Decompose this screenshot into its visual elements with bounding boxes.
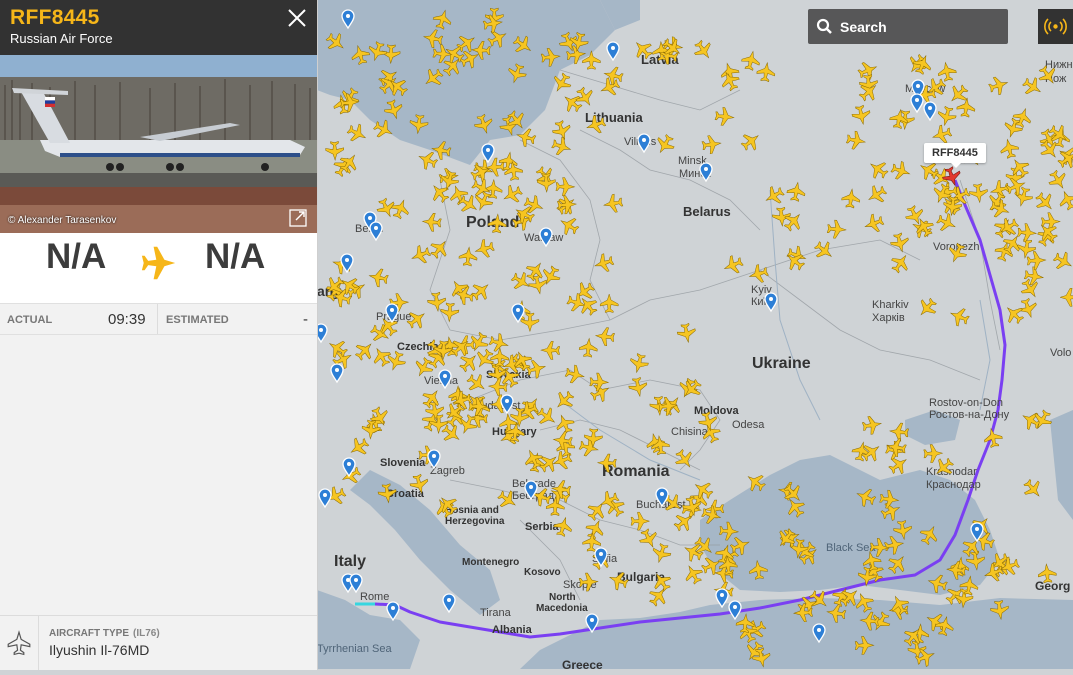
aircraft-type-row[interactable]: AIRCRAFT TYPE (IL76) Ilyushin Il-76MD xyxy=(0,615,317,670)
sea-tyrrhenian: Tyrrhenian Sea xyxy=(317,643,392,655)
country-serbia: Serbia xyxy=(525,521,560,533)
search-input[interactable]: Search xyxy=(808,9,1008,44)
edge-label-nizhny: Нижн xyxy=(1045,59,1073,71)
origin-airport[interactable]: N/A xyxy=(46,237,106,277)
country-georgia: Georg xyxy=(1035,579,1070,593)
aircraft-photo-image xyxy=(0,55,317,233)
city-krasnodar-cyr: Краснодар xyxy=(926,479,981,491)
flight-callsign: RFF8445 xyxy=(10,6,100,29)
aircraft-type-label: AIRCRAFT TYPE (IL76) xyxy=(49,628,160,639)
country-ukraine: Ukraine xyxy=(752,355,811,372)
airplane-icon xyxy=(141,246,176,280)
route-plane-badge xyxy=(135,239,183,287)
expand-photo-icon[interactable] xyxy=(289,209,307,227)
city-rostov-cyr: Ростов-на-Дону xyxy=(929,409,1010,421)
route-summary: N/A N/A xyxy=(0,233,317,304)
aircraft-type-icon-box xyxy=(0,616,39,670)
edge-label-volo: Volo xyxy=(1050,347,1071,359)
sea-black: Black Sea xyxy=(826,542,876,554)
estimated-time: - xyxy=(303,311,308,328)
city-kharkiv: Kharkiv xyxy=(872,299,909,311)
city-rostov: Rostov-on-Don xyxy=(929,397,1003,409)
country-moldova: Moldova xyxy=(694,405,739,417)
close-icon[interactable] xyxy=(287,8,307,28)
city-tirana: Tirana xyxy=(480,607,512,619)
country-kosovo: Kosovo xyxy=(524,567,561,578)
aircraft-type-name: Ilyushin Il-76MD xyxy=(49,642,150,658)
photo-credit: © Alexander Tarasenkov xyxy=(8,215,117,226)
estimated-label: ESTIMATED xyxy=(166,314,229,326)
actual-label: ACTUAL xyxy=(7,314,53,326)
divider xyxy=(157,304,158,334)
country-albania: Albania xyxy=(492,624,533,636)
country-romania: Romania xyxy=(602,463,670,480)
country-italy: Italy xyxy=(334,553,366,570)
airplane-outline-icon xyxy=(7,630,31,656)
aircraft-photo[interactable]: © Alexander Tarasenkov xyxy=(0,55,317,233)
city-kharkiv-cyr: Харків xyxy=(872,312,905,324)
country-greece: Greece xyxy=(562,658,603,669)
radar-icon xyxy=(1044,18,1067,35)
time-row: ACTUAL 09:39 ESTIMATED - xyxy=(0,304,317,335)
flight-details-panel: RFF8445 Russian Air Force © Alexander Ta… xyxy=(0,0,318,670)
panel-header: RFF8445 Russian Air Force xyxy=(0,0,317,55)
country-montenegro: Montenegro xyxy=(462,557,519,568)
flight-tag[interactable]: RFF8445 xyxy=(924,143,986,168)
search-placeholder: Search xyxy=(840,19,887,35)
country-belarus: Belarus xyxy=(683,204,731,219)
city-odesa: Odesa xyxy=(732,419,765,431)
radar-button[interactable] xyxy=(1038,9,1073,44)
city-rome: Rome xyxy=(360,591,389,603)
search-icon xyxy=(816,18,832,34)
actual-time: 09:39 xyxy=(108,311,146,328)
aircraft-type-code: (IL76) xyxy=(133,628,160,639)
destination-airport[interactable]: N/A xyxy=(205,237,265,277)
flight-operator: Russian Air Force xyxy=(10,31,113,46)
